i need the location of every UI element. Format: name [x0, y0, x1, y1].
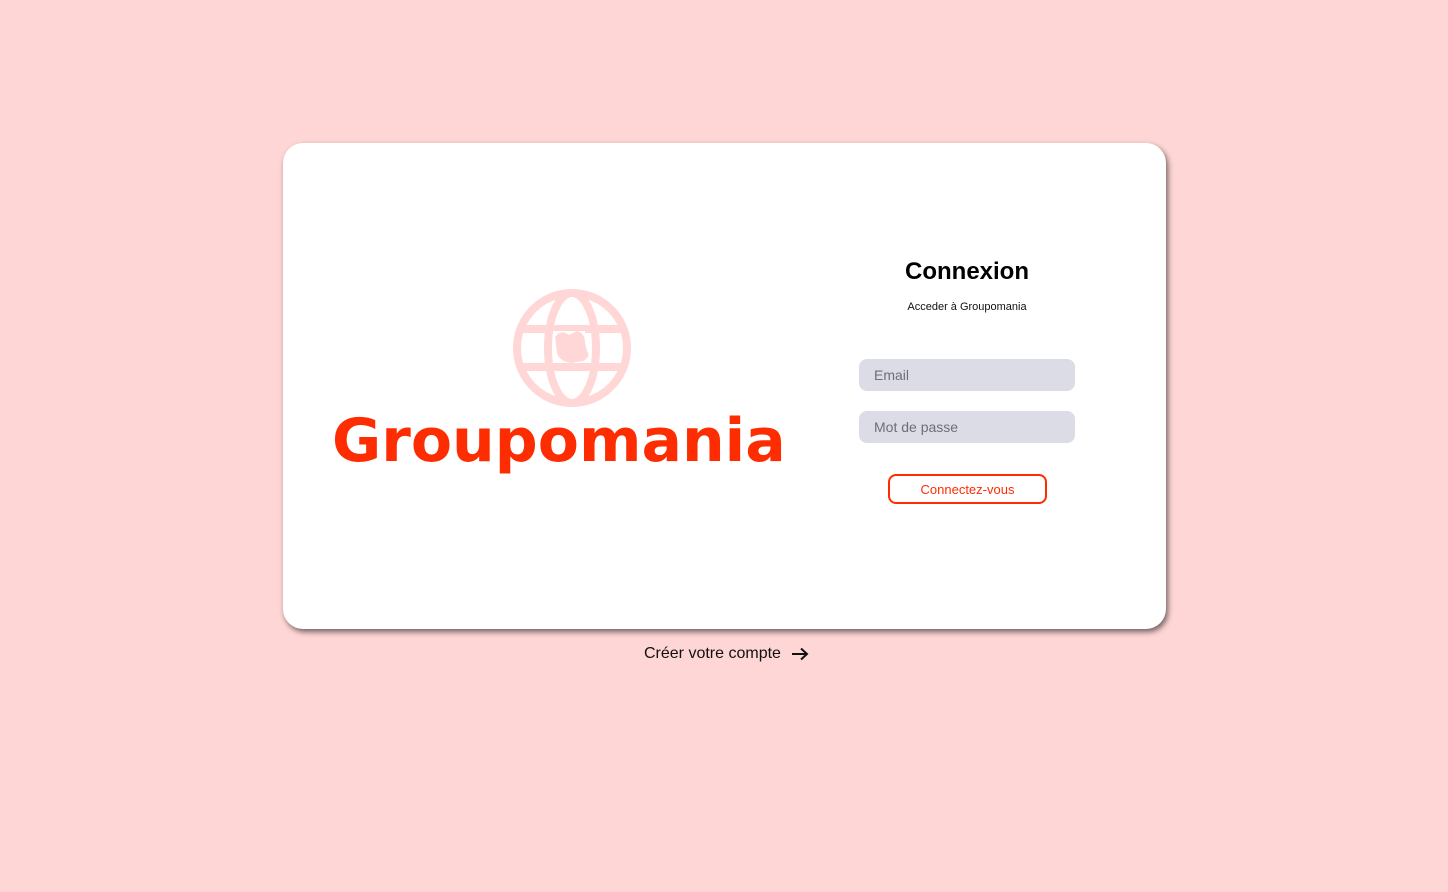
login-subtitle: Acceder à Groupomania [907, 301, 1027, 313]
brand-name: Groupomania [332, 406, 786, 476]
brand-logo: Groupomania [329, 283, 786, 493]
globe-icon [513, 289, 631, 407]
login-button[interactable]: Connectez-vous [888, 474, 1047, 504]
login-title: Connexion [905, 258, 1029, 285]
email-field[interactable] [859, 359, 1075, 391]
login-card: Groupomania Connexion Acceder à Groupoma… [283, 143, 1166, 629]
login-form: Connexion Acceder à Groupomania Connecte… [858, 243, 1076, 504]
create-account-link[interactable]: Créer votre compte [644, 642, 809, 666]
create-account-label: Créer votre compte [644, 645, 781, 662]
password-field[interactable] [859, 411, 1075, 443]
arrow-right-icon [791, 647, 809, 661]
